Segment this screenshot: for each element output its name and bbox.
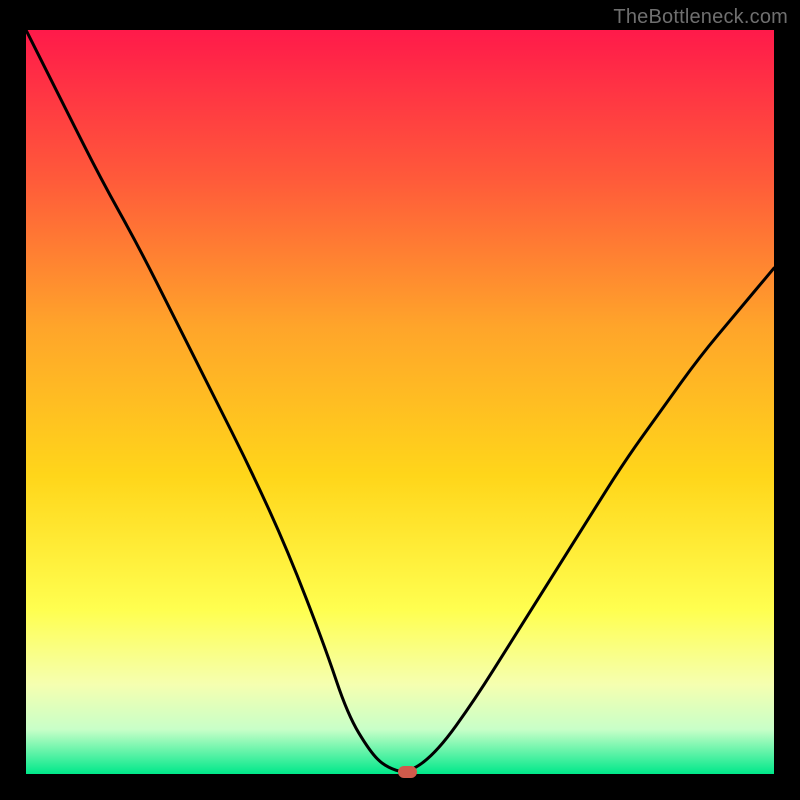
watermark-text: TheBottleneck.com (613, 6, 788, 29)
optimum-marker (398, 766, 417, 778)
chart-svg (26, 30, 774, 774)
gradient-rect (26, 30, 774, 774)
chart-frame: TheBottleneck.com (0, 0, 800, 800)
plot-area (26, 30, 774, 774)
